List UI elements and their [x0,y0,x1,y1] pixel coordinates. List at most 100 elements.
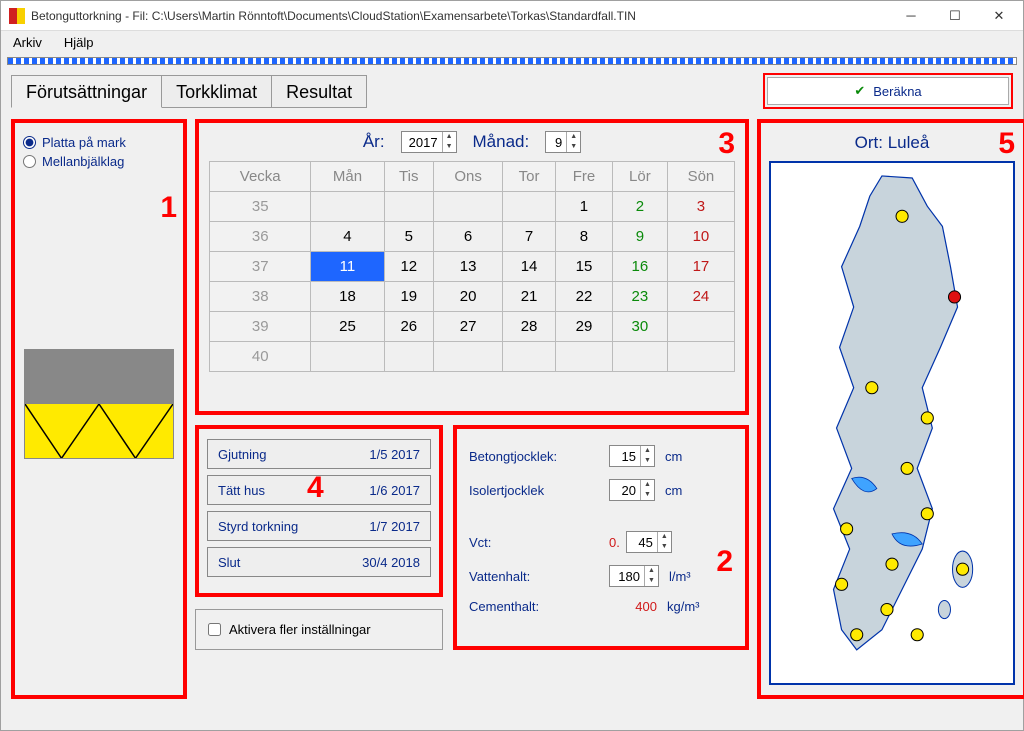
cal-day[interactable]: 17 [667,252,734,282]
cal-day[interactable] [503,192,556,222]
close-button[interactable]: ✕ [977,1,1021,31]
cal-day[interactable]: 27 [434,312,503,342]
cal-day[interactable]: 6 [434,222,503,252]
chevron-up-icon[interactable]: ▲ [658,532,671,542]
vatten-input[interactable] [610,569,644,584]
date-gjutning[interactable]: Gjutning1/5 2017 [207,439,431,469]
vatten-arrows[interactable]: ▲▼ [644,566,658,586]
chevron-down-icon[interactable]: ▼ [443,142,456,152]
calendar-header: År: ▲▼ Månad: ▲▼ [209,131,735,153]
calendar-table[interactable]: Vecka Mån Tis Ons Tor Fre Lör Sön 35123 … [209,161,735,372]
activate-settings[interactable]: Aktivera fler inställningar [195,609,443,650]
cal-day[interactable]: 22 [556,282,613,312]
cal-day[interactable]: 25 [311,312,384,342]
cal-day[interactable] [434,342,503,372]
month-spinner-arrows[interactable]: ▲▼ [566,132,580,152]
menu-arkiv[interactable]: Arkiv [5,33,50,52]
cal-day[interactable]: 24 [667,282,734,312]
cal-day-selected[interactable]: 11 [311,252,384,282]
cal-day[interactable]: 29 [556,312,613,342]
cal-day[interactable] [434,192,503,222]
cal-day[interactable] [667,312,734,342]
cal-day[interactable]: 9 [612,222,667,252]
cal-day[interactable]: 21 [503,282,556,312]
cal-day[interactable]: 20 [434,282,503,312]
cal-day[interactable] [384,342,434,372]
activate-label: Aktivera fler inställningar [229,622,371,637]
isoler-input[interactable] [610,483,640,498]
chevron-up-icon[interactable]: ▲ [645,566,658,576]
activate-checkbox[interactable] [208,623,221,636]
decorative-strip [7,57,1017,65]
cal-day[interactable]: 7 [503,222,556,252]
week-39: 39 [210,312,311,342]
isoler-spinner[interactable]: ▲▼ [609,479,655,501]
cal-day[interactable] [311,342,384,372]
chevron-up-icon[interactable]: ▲ [443,132,456,142]
cal-day[interactable] [667,342,734,372]
betong-input[interactable] [610,449,640,464]
vct-spinner[interactable]: ▲▼ [626,531,672,553]
chevron-down-icon[interactable]: ▼ [567,142,580,152]
cal-day[interactable]: 30 [612,312,667,342]
vct-input[interactable] [627,535,657,550]
radio-platta[interactable]: Platta på mark [23,135,175,150]
cal-day[interactable]: 5 [384,222,434,252]
month-spinner[interactable]: ▲▼ [545,131,581,153]
cal-day[interactable]: 23 [612,282,667,312]
cal-day[interactable]: 3 [667,192,734,222]
maximize-button[interactable]: ☐ [933,1,977,31]
chevron-up-icon[interactable]: ▲ [567,132,580,142]
cal-day[interactable]: 4 [311,222,384,252]
chevron-up-icon[interactable]: ▲ [641,446,654,456]
cal-day[interactable] [311,192,384,222]
menu-hjalp[interactable]: Hjälp [56,33,102,52]
year-label: År: [363,132,385,152]
cal-day[interactable]: 28 [503,312,556,342]
betong-spinner[interactable]: ▲▼ [609,445,655,467]
chevron-down-icon[interactable]: ▼ [641,456,654,466]
sweden-map[interactable] [769,161,1015,685]
date-styrd[interactable]: Styrd torkning1/7 2017 [207,511,431,541]
annotation-2: 2 [716,545,733,579]
cal-day[interactable]: 12 [384,252,434,282]
cal-day[interactable]: 15 [556,252,613,282]
month-input[interactable] [546,135,566,150]
cal-day[interactable]: 1 [556,192,613,222]
vct-arrows[interactable]: ▲▼ [657,532,671,552]
isoler-arrows[interactable]: ▲▼ [640,480,654,500]
cal-day[interactable]: 26 [384,312,434,342]
berakna-button[interactable]: ✔ Beräkna [767,77,1009,105]
cal-day[interactable] [503,342,556,372]
cal-day[interactable]: 10 [667,222,734,252]
cal-day[interactable]: 13 [434,252,503,282]
tab-torkklimat[interactable]: Torkklimat [162,75,272,108]
date-slut[interactable]: Slut30/4 2018 [207,547,431,577]
year-spinner[interactable]: ▲▼ [401,131,457,153]
year-input[interactable] [402,135,442,150]
cal-day[interactable]: 16 [612,252,667,282]
betong-arrows[interactable]: ▲▼ [640,446,654,466]
year-spinner-arrows[interactable]: ▲▼ [442,132,456,152]
radio-mellan-input[interactable] [23,155,36,168]
date-slut-label: Slut [218,555,240,570]
tab-resultat[interactable]: Resultat [272,75,367,108]
cal-day[interactable] [612,342,667,372]
cal-day[interactable]: 8 [556,222,613,252]
chevron-up-icon[interactable]: ▲ [641,480,654,490]
cal-day[interactable]: 14 [503,252,556,282]
chevron-down-icon[interactable]: ▼ [645,576,658,586]
radio-mellan[interactable]: Mellanbjälklag [23,154,175,169]
cal-day[interactable]: 19 [384,282,434,312]
vatten-spinner[interactable]: ▲▼ [609,565,659,587]
tab-forutsattningar[interactable]: Förutsättningar [11,75,162,108]
chevron-down-icon[interactable]: ▼ [658,542,671,552]
chevron-down-icon[interactable]: ▼ [641,490,654,500]
cal-day[interactable]: 2 [612,192,667,222]
cal-day[interactable] [556,342,613,372]
radio-platta-input[interactable] [23,136,36,149]
cal-day[interactable]: 18 [311,282,384,312]
cal-day[interactable] [384,192,434,222]
minimize-button[interactable]: ─ [889,1,933,31]
radio-mellan-label: Mellanbjälklag [42,154,124,169]
